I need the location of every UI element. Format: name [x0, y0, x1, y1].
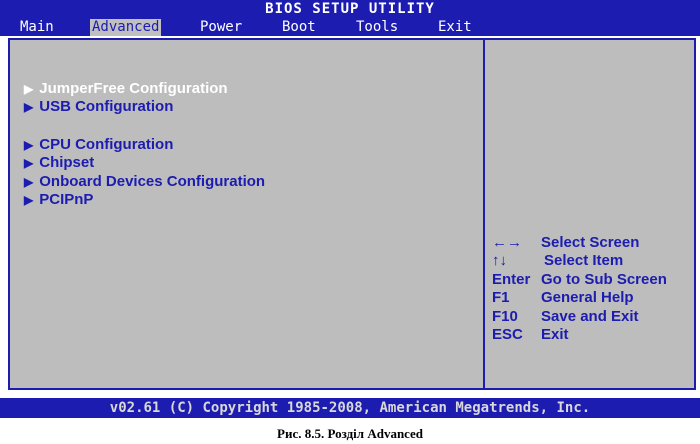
menu-item-jumperfree-configuration[interactable]: ▶ JumperFree Configuration: [24, 80, 228, 98]
window-title: BIOS SETUP UTILITY: [0, 0, 700, 19]
submenu-arrow-icon: ▶: [24, 175, 34, 189]
help-key: F10: [492, 308, 518, 325]
help-key: ←→: [492, 234, 522, 251]
tab-boot[interactable]: Boot: [280, 19, 318, 36]
menu-item-onboard-devices-configuration[interactable]: ▶ Onboard Devices Configuration: [24, 173, 265, 191]
tab-power[interactable]: Power: [198, 19, 244, 36]
menu-item-chipset[interactable]: ▶ Chipset: [24, 154, 94, 172]
menu-item-pcipnp[interactable]: ▶ PCIPnP: [24, 191, 93, 209]
help-desc: Select Screen: [541, 234, 640, 251]
main-panel: ▶ JumperFree Configuration ▶ USB Configura…: [8, 38, 696, 390]
menu-item-label: CPU Configuration: [39, 136, 174, 153]
help-desc: General Help: [541, 289, 634, 306]
menu-bar: Main Advanced Power Boot Tools Exit: [0, 19, 700, 36]
tab-tools[interactable]: Tools: [354, 19, 400, 36]
menu-item-label: JumperFree Configuration: [39, 80, 228, 97]
menu-item-cpu-configuration[interactable]: ▶ CPU Configuration: [24, 136, 173, 154]
help-desc: Save and Exit: [541, 308, 639, 325]
help-key: ↑↓: [492, 252, 507, 269]
tab-main[interactable]: Main: [18, 19, 56, 36]
panel-divider: [483, 40, 485, 388]
menu-item-usb-configuration[interactable]: ▶ USB Configuration: [24, 98, 173, 116]
submenu-arrow-icon: ▶: [24, 138, 34, 152]
copyright-footer: v02.61 (C) Copyright 1985-2008, American…: [0, 398, 700, 418]
help-desc: Exit: [541, 326, 569, 343]
tab-exit[interactable]: Exit: [436, 19, 474, 36]
menu-item-label: PCIPnP: [39, 191, 94, 208]
help-desc: Go to Sub Screen: [541, 271, 667, 288]
menu-item-label: Onboard Devices Configuration: [39, 173, 266, 190]
submenu-arrow-icon: ▶: [24, 193, 34, 207]
submenu-arrow-icon: ▶: [24, 82, 34, 96]
help-desc: Select Item: [544, 252, 624, 269]
figure-caption: Рис. 8.5. Розділ Advanced: [277, 426, 423, 441]
menu-item-label: USB Configuration: [39, 98, 174, 115]
tab-advanced[interactable]: Advanced: [90, 19, 162, 36]
help-key: ESC: [492, 326, 523, 343]
submenu-arrow-icon: ▶: [24, 100, 34, 114]
menu-item-label: Chipset: [39, 154, 95, 171]
submenu-arrow-icon: ▶: [24, 156, 34, 170]
help-key: Enter: [492, 271, 531, 288]
help-key: F1: [492, 289, 510, 306]
